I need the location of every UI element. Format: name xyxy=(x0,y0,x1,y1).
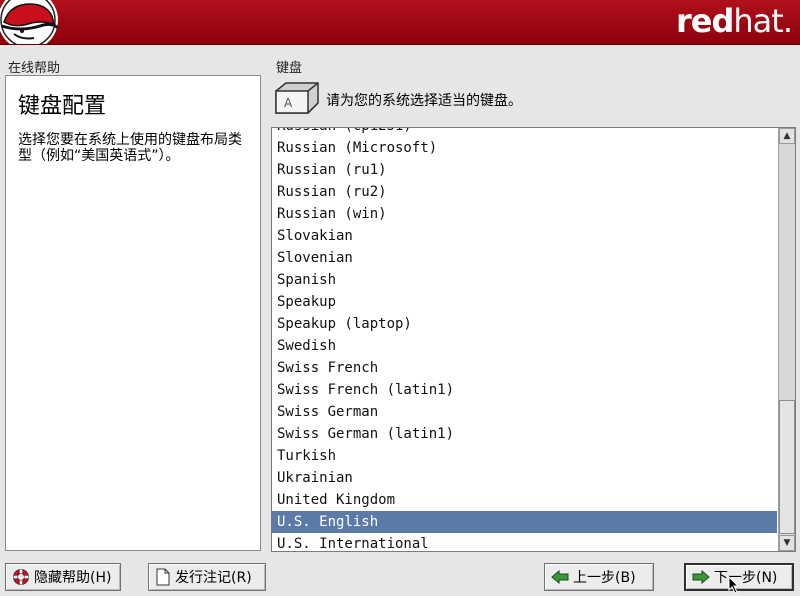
keyboard-list-item[interactable]: U.S. International xyxy=(272,533,777,551)
keyboard-list-item[interactable]: Speakup xyxy=(272,291,777,313)
help-text: 选择您要在系统上使用的键盘布局类型（例如“美国英语式”）。 xyxy=(18,132,242,164)
scroll-thumb[interactable] xyxy=(779,400,795,534)
keyboard-list-item[interactable]: Swiss French (latin1) xyxy=(272,379,777,401)
release-notes-label: 发行注记(R) xyxy=(175,570,252,586)
svg-text:A: A xyxy=(284,96,293,110)
scroll-down-arrow-icon[interactable]: ▼ xyxy=(779,535,795,551)
shadowman-logo-icon xyxy=(0,0,60,44)
keyboard-list-item[interactable]: U.S. English xyxy=(272,511,777,533)
back-label: 上一步(B) xyxy=(573,570,636,586)
brand-thin: hat. xyxy=(733,2,793,40)
keyboard-list-item[interactable]: Slovakian xyxy=(272,225,777,247)
arrow-right-icon xyxy=(692,570,710,584)
redhat-wordmark: redhat. xyxy=(676,2,793,40)
hide-help-button[interactable]: 隐藏帮助(H) xyxy=(5,563,121,591)
scroll-up-arrow-icon[interactable]: ▲ xyxy=(779,128,795,144)
keyboard-list-item[interactable]: Swiss French xyxy=(272,357,777,379)
header-banner: redhat. xyxy=(0,0,800,45)
keyboard-list-item[interactable]: Russian (ru2) xyxy=(272,181,777,203)
keyboard-list-item[interactable]: Spanish xyxy=(272,269,777,291)
keyboard-list-item[interactable]: Russian (ru1) xyxy=(272,159,777,181)
lifebuoy-icon xyxy=(13,569,29,585)
keyboard-list-item[interactable]: Russian (cp1251) xyxy=(272,128,777,137)
keyboard-list-item[interactable]: Slovenian xyxy=(272,247,777,269)
help-panel: 键盘配置 选择您要在系统上使用的键盘布局类型（例如“美国英语式”）。 xyxy=(5,75,261,551)
keyboard-instruction: 请为您的系统选择适当的键盘。 xyxy=(326,93,522,109)
arrow-left-icon xyxy=(551,570,569,584)
keyboard-list-item[interactable]: Swedish xyxy=(272,335,777,357)
keyboard-list-item[interactable]: Speakup (laptop) xyxy=(272,313,777,335)
keyboard-list-item[interactable]: Swiss German xyxy=(272,401,777,423)
help-title: 键盘配置 xyxy=(18,94,107,119)
mouse-cursor-icon xyxy=(728,576,740,594)
next-label: 下一步(N) xyxy=(714,570,778,586)
keyboard-list-item[interactable]: Russian (win) xyxy=(272,203,777,225)
keyboard-caption: 键盘 xyxy=(276,61,303,76)
help-caption: 在线帮助 xyxy=(8,61,61,76)
hide-help-label: 隐藏帮助(H) xyxy=(34,570,112,586)
keyboard-list-items: Russian (cp1251)Russian (Microsoft)Russi… xyxy=(272,128,777,551)
brand-bold: red xyxy=(676,2,734,40)
keyboard-list-item[interactable]: Turkish xyxy=(272,445,777,467)
keyboard-list[interactable]: Russian (cp1251)Russian (Microsoft)Russi… xyxy=(271,127,796,552)
keyboard-list-item[interactable]: Swiss German (latin1) xyxy=(272,423,777,445)
release-notes-button[interactable]: 发行注记(R) xyxy=(148,563,266,591)
keyboard-list-item[interactable]: Russian (Microsoft) xyxy=(272,137,777,159)
back-button[interactable]: 上一步(B) xyxy=(544,563,654,591)
keyboard-key-icon: A xyxy=(275,82,319,114)
list-scrollbar[interactable]: ▲ ▼ xyxy=(778,128,795,551)
keyboard-list-item[interactable]: Ukrainian xyxy=(272,467,777,489)
document-icon xyxy=(156,568,170,586)
keyboard-list-item[interactable]: United Kingdom xyxy=(272,489,777,511)
